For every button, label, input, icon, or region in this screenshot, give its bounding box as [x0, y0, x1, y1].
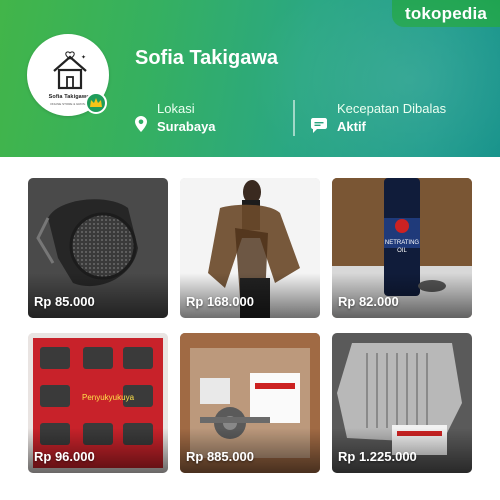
- location-label: Lokasi: [157, 101, 195, 116]
- response-speed-label: Kecepatan Dibalas: [337, 101, 447, 116]
- location-value: Surabaya: [157, 119, 216, 134]
- crown-icon: [85, 92, 107, 114]
- product-price: Rp 96.000: [34, 449, 95, 464]
- response-speed-value: Aktif: [337, 119, 366, 134]
- svg-text:OIL: OIL: [397, 248, 407, 254]
- product-price: Rp 85.000: [34, 294, 95, 309]
- location-pin-icon: [135, 116, 147, 132]
- info-divider: [293, 100, 295, 136]
- product-price: Rp 82.000: [338, 294, 399, 309]
- tokopedia-logo[interactable]: tokopedia: [392, 0, 500, 27]
- product-price: Rp 885.000: [186, 449, 254, 464]
- house-logo-icon: ✦: [53, 51, 87, 90]
- product-card[interactable]: Penyukyukuya Rp 96.000: [28, 333, 168, 473]
- shop-header: tokopedia ✦ Sofia Takigawa ONLINE STORE …: [0, 0, 500, 157]
- svg-text:✦: ✦: [81, 54, 86, 61]
- svg-text:Penyukyukuya: Penyukyukuya: [82, 393, 135, 402]
- product-card[interactable]: Rp 85.000: [28, 178, 168, 318]
- product-card[interactable]: Rp 168.000: [180, 178, 320, 318]
- product-price: Rp 168.000: [186, 294, 254, 309]
- product-price: Rp 1.225.000: [338, 449, 417, 464]
- svg-text:NETRATING: NETRATING: [385, 240, 420, 246]
- product-card[interactable]: NETRATING OIL Rp 82.000: [332, 178, 472, 318]
- product-card[interactable]: Rp 1.225.000: [332, 333, 472, 473]
- shop-name[interactable]: Sofia Takigawa: [135, 47, 278, 70]
- product-card[interactable]: Rp 885.000: [180, 333, 320, 473]
- chat-bubble-icon: [311, 118, 327, 133]
